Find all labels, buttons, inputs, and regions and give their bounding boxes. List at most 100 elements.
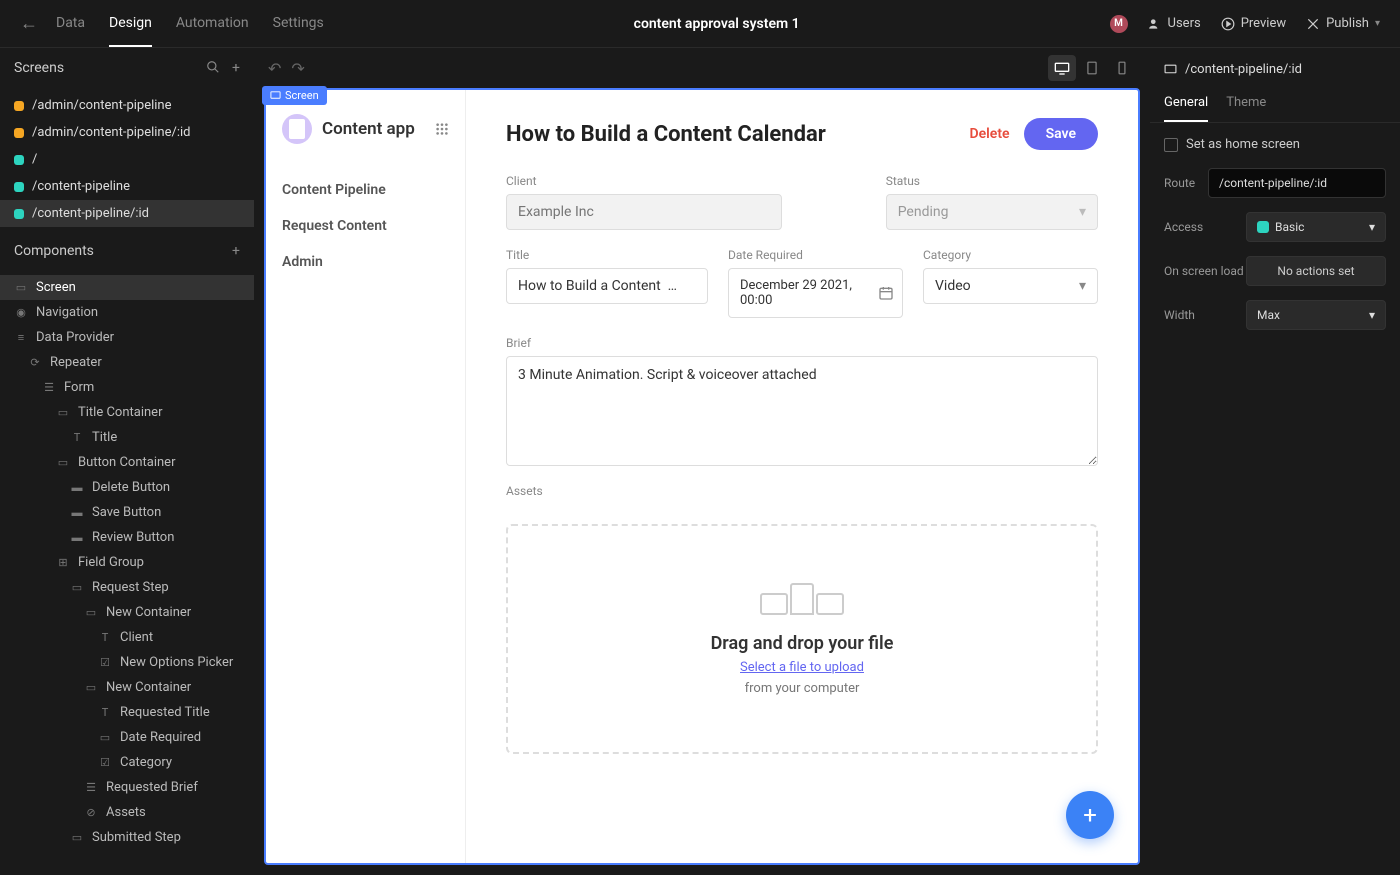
add-component-icon[interactable]: +: [232, 243, 240, 259]
rp-path-label: /content-pipeline/:id: [1185, 62, 1302, 77]
tab-automation[interactable]: Automation: [176, 1, 249, 47]
component-item[interactable]: ▭Button Container: [0, 450, 254, 475]
chevron-down-icon: ▾: [1079, 278, 1086, 294]
width-label: Width: [1164, 308, 1246, 322]
menu-grid-icon[interactable]: [435, 122, 449, 136]
add-component-fab[interactable]: +: [1066, 791, 1114, 839]
component-item[interactable]: ▬Review Button: [0, 525, 254, 550]
component-item-label: Button Container: [78, 455, 175, 470]
brief-textarea[interactable]: [506, 356, 1098, 466]
save-button[interactable]: Save: [1024, 118, 1098, 150]
component-item[interactable]: ⟳Repeater: [0, 350, 254, 375]
screen-item[interactable]: /admin/content-pipeline: [0, 92, 254, 119]
components-list: ▭Screen◉Navigation≡Data Provider⟳Repeate…: [0, 271, 254, 854]
client-input[interactable]: [506, 194, 782, 230]
device-desktop[interactable]: [1048, 55, 1076, 81]
component-item[interactable]: ⊘Assets: [0, 800, 254, 825]
canvas[interactable]: Content app Content Pipeline Request Con…: [264, 88, 1140, 865]
screen-item-label: /admin/content-pipeline: [32, 98, 172, 113]
component-item[interactable]: TRequested Title: [0, 700, 254, 725]
route-input[interactable]: [1208, 168, 1386, 198]
tab-design[interactable]: Design: [109, 1, 152, 47]
width-select[interactable]: Max ▾: [1246, 300, 1386, 330]
title-input[interactable]: [506, 268, 708, 304]
avatar[interactable]: M: [1110, 15, 1128, 33]
screen-item-label: /admin/content-pipeline/:id: [32, 125, 191, 140]
component-item[interactable]: TTitle: [0, 425, 254, 450]
preview-button[interactable]: Preview: [1221, 16, 1286, 31]
delete-button[interactable]: Delete: [970, 126, 1010, 142]
screen-item[interactable]: /content-pipeline/:id: [0, 200, 254, 227]
nav-request-content[interactable]: Request Content: [282, 208, 449, 244]
left-panel: Screens + /admin/content-pipeline/admin/…: [0, 48, 254, 875]
component-item[interactable]: ▭New Container: [0, 600, 254, 625]
screen-item-label: /content-pipeline/:id: [32, 206, 149, 221]
status-select[interactable]: Pending ▾: [886, 194, 1098, 230]
component-type-icon: ☑: [98, 756, 112, 769]
publish-button[interactable]: Publish ▾: [1306, 16, 1380, 31]
component-item[interactable]: ☑New Options Picker: [0, 650, 254, 675]
redo-button[interactable]: ↷: [291, 59, 304, 78]
category-label: Category: [923, 248, 1098, 262]
screen-item[interactable]: /: [0, 146, 254, 173]
home-screen-checkbox[interactable]: [1164, 138, 1178, 152]
tab-data[interactable]: Data: [56, 1, 85, 47]
screen-item[interactable]: /admin/content-pipeline/:id: [0, 119, 254, 146]
component-item[interactable]: ▭Date Required: [0, 725, 254, 750]
component-item[interactable]: ☑Category: [0, 750, 254, 775]
component-item[interactable]: ☰Form: [0, 375, 254, 400]
component-type-icon: ◉: [14, 306, 28, 319]
app-title: content approval system 1: [324, 16, 1110, 32]
screen-item-label: /: [32, 152, 37, 167]
date-input[interactable]: December 29 2021, 00:00: [728, 268, 903, 318]
component-item[interactable]: ▬Delete Button: [0, 475, 254, 500]
component-item-label: Title: [92, 430, 117, 445]
topbar-tabs: Data Design Automation Settings: [56, 1, 324, 47]
component-item[interactable]: ▭New Container: [0, 675, 254, 700]
screen-item[interactable]: /content-pipeline: [0, 173, 254, 200]
screens-list: /admin/content-pipeline/admin/content-pi…: [0, 88, 254, 231]
search-icon[interactable]: [206, 60, 220, 76]
nav-admin[interactable]: Admin: [282, 244, 449, 280]
category-value: Video: [935, 278, 971, 294]
device-tablet[interactable]: [1078, 55, 1106, 81]
nav-content-pipeline[interactable]: Content Pipeline: [282, 172, 449, 208]
home-screen-label: Set as home screen: [1186, 137, 1300, 152]
calendar-icon[interactable]: [878, 285, 894, 301]
component-item-label: Submitted Step: [92, 830, 181, 845]
screen-badge-label: Screen: [285, 89, 319, 102]
component-item[interactable]: ◉Navigation: [0, 300, 254, 325]
access-select[interactable]: Basic ▾: [1246, 212, 1386, 242]
rp-tab-theme[interactable]: Theme: [1226, 87, 1266, 122]
component-item[interactable]: ▬Save Button: [0, 500, 254, 525]
component-item[interactable]: ▭Submitted Step: [0, 825, 254, 850]
onload-button[interactable]: No actions set: [1246, 256, 1386, 286]
assets-dropzone[interactable]: Drag and drop your file Select a file to…: [506, 524, 1098, 754]
component-item-label: New Options Picker: [120, 655, 233, 670]
component-item[interactable]: ▭Screen: [0, 275, 254, 300]
component-item-label: Save Button: [92, 505, 161, 520]
component-type-icon: ▭: [98, 731, 112, 744]
device-mobile[interactable]: [1108, 55, 1136, 81]
component-item[interactable]: ≡Data Provider: [0, 325, 254, 350]
tab-settings[interactable]: Settings: [273, 1, 324, 47]
component-item[interactable]: ▭Title Container: [0, 400, 254, 425]
component-type-icon: ☰: [84, 781, 98, 794]
component-type-icon: ≡: [14, 331, 28, 344]
add-screen-icon[interactable]: +: [232, 60, 240, 76]
category-select[interactable]: Video ▾: [923, 268, 1098, 304]
component-item[interactable]: ⊞Field Group: [0, 550, 254, 575]
preview-label: Preview: [1241, 16, 1286, 31]
component-item[interactable]: ☰Requested Brief: [0, 775, 254, 800]
back-button[interactable]: ←: [20, 13, 38, 34]
access-value: Basic: [1275, 220, 1304, 234]
rp-tab-general[interactable]: General: [1164, 87, 1208, 122]
date-value: December 29 2021, 00:00: [740, 269, 878, 317]
component-item[interactable]: ▭Request Step: [0, 575, 254, 600]
app-main: How to Build a Content Calendar Delete S…: [466, 90, 1138, 863]
undo-button[interactable]: ↶: [268, 59, 281, 78]
component-item[interactable]: TClient: [0, 625, 254, 650]
dropzone-title: Drag and drop your file: [711, 633, 894, 654]
dropzone-link[interactable]: Select a file to upload: [740, 660, 864, 675]
users-button[interactable]: Users: [1148, 16, 1201, 31]
